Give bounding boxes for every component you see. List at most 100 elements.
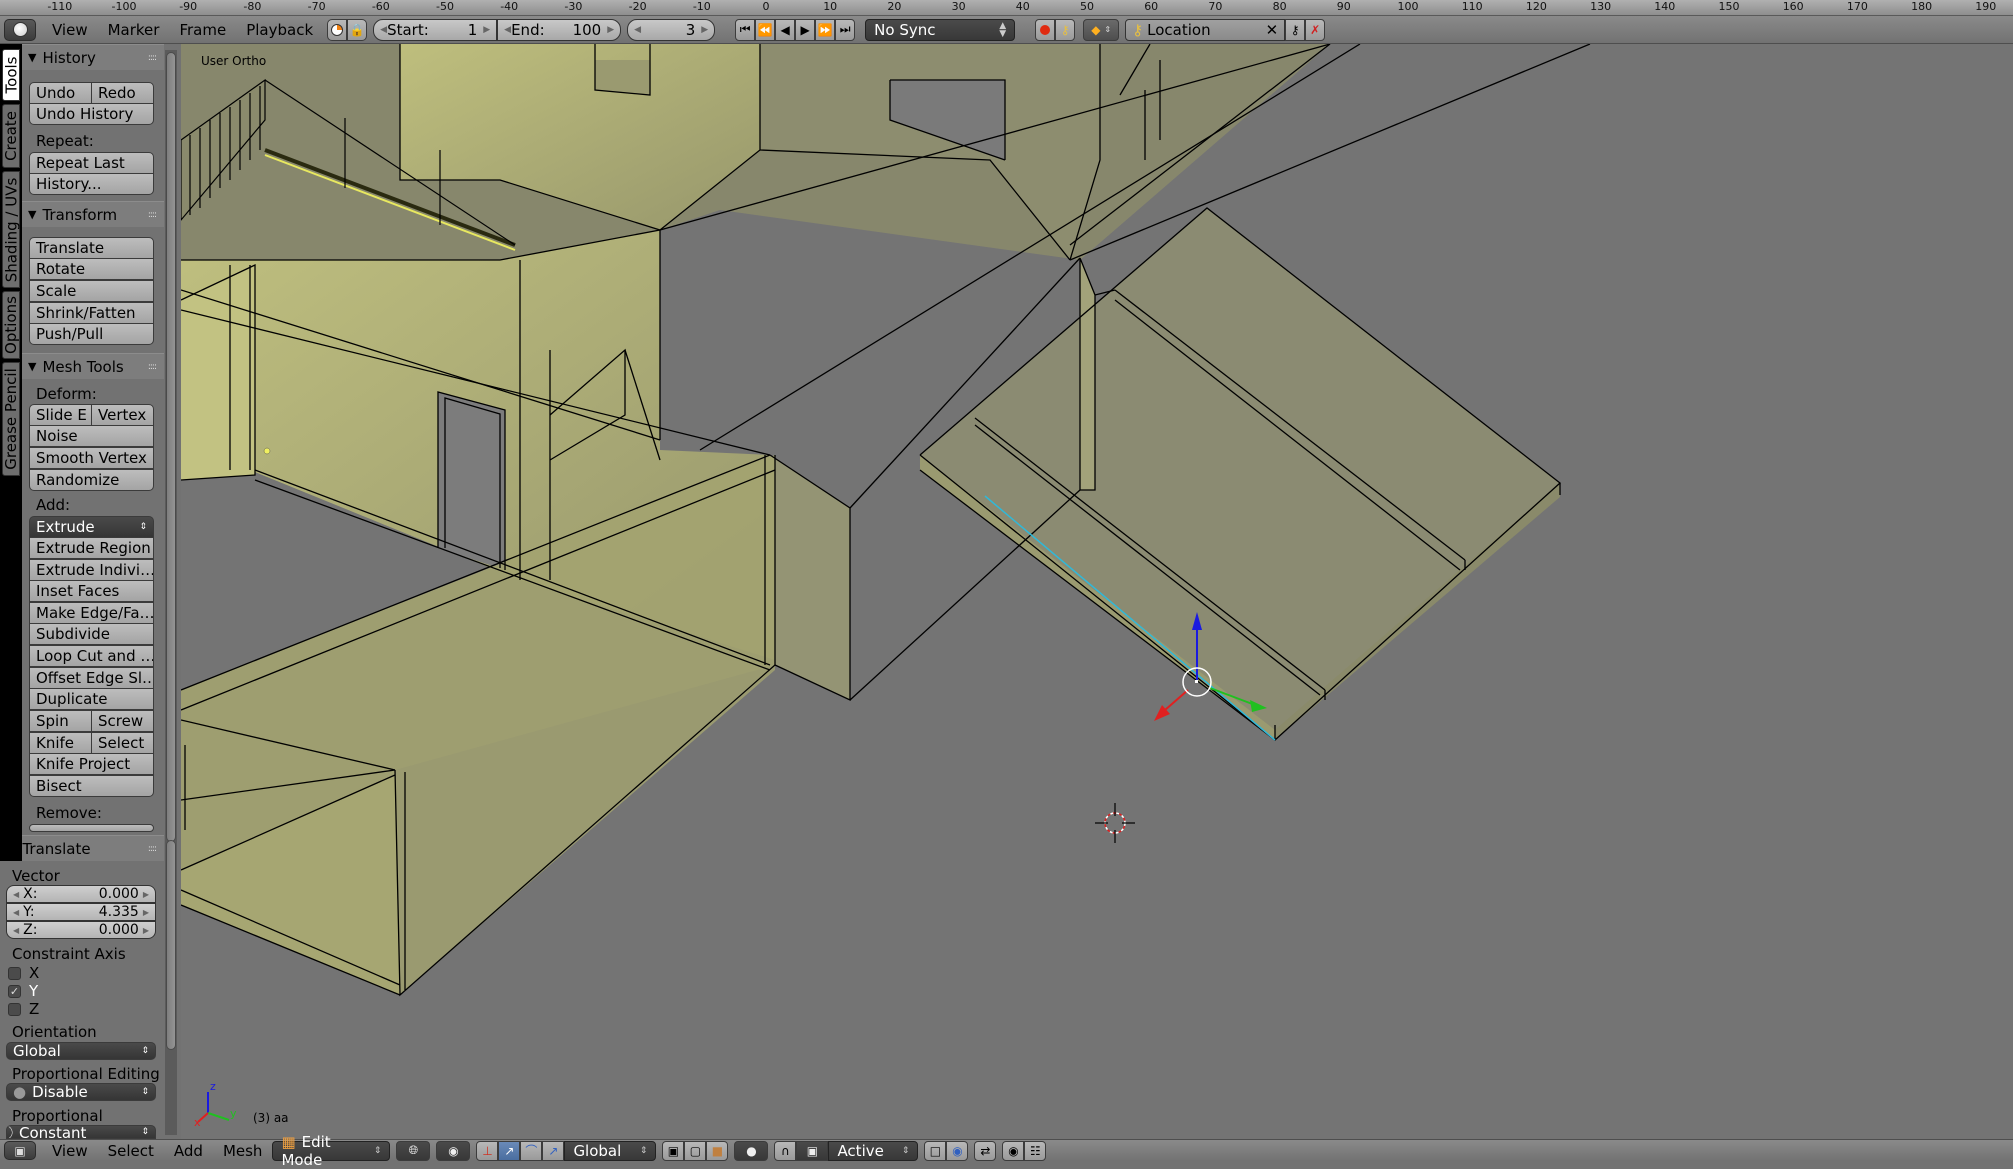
history-button[interactable]: History... — [29, 173, 154, 195]
auto-keying-button[interactable] — [1035, 18, 1056, 41]
proportional-falloff-dropdown[interactable]: ⃝Constant ⇕ — [6, 1125, 156, 1139]
shrink-fatten-button[interactable]: Shrink/Fatten — [29, 302, 154, 324]
scale-button[interactable]: Scale — [29, 280, 154, 302]
editor-type-button[interactable]: ▣ — [4, 1141, 36, 1160]
rotate-manipulator-toggle[interactable]: ⌒ — [520, 1140, 543, 1161]
extrude-individual-button[interactable]: Extrude Indivi… — [29, 559, 154, 581]
next-keyframe-button[interactable]: ⏩ — [815, 18, 836, 41]
keyframe-type-dropdown[interactable]: ◆ ⇕ — [1083, 18, 1120, 41]
3d-viewport[interactable]: z y x User Ortho (3) aa — [181, 44, 2013, 1139]
proportional-edit-dropdown[interactable]: ● — [734, 1140, 769, 1161]
drag-grip-icon[interactable]: :::: — [148, 362, 157, 372]
increment-arrow[interactable]: ▶ — [143, 926, 149, 935]
tab-options[interactable]: Options — [2, 291, 20, 359]
increment-arrow[interactable]: ▶ — [483, 25, 490, 35]
translate-button[interactable]: Translate — [29, 237, 154, 259]
decrement-arrow[interactable]: ◀ — [13, 890, 19, 899]
snap-target-dropdown[interactable]: Active ⇕ — [828, 1140, 919, 1161]
redo-button[interactable]: Redo — [91, 82, 154, 104]
make-edge-face-button[interactable]: Make Edge/Fa… — [29, 602, 154, 624]
scale-manipulator-toggle[interactable]: ↗ — [542, 1140, 565, 1161]
insert-keyframe-button[interactable]: ⚷ — [1285, 18, 1306, 41]
copy-layers-button[interactable]: ⇄ — [974, 1140, 997, 1161]
subdivide-button[interactable]: Subdivide — [29, 623, 154, 645]
increment-arrow[interactable]: ▶ — [701, 25, 708, 35]
menu-add[interactable]: Add — [164, 1142, 213, 1160]
sync-mode-dropdown[interactable]: No Sync ▲ ▼ — [865, 18, 1016, 41]
keying-set-field[interactable]: ⚷ Location ✕ — [1125, 18, 1286, 41]
repeat-last-button[interactable]: Repeat Last — [29, 152, 154, 174]
end-frame-field[interactable]: ◀ End: 100 ▶ — [497, 18, 622, 41]
vertex-select-mode[interactable]: ▣ — [662, 1140, 685, 1161]
menu-frame[interactable]: Frame — [169, 21, 236, 39]
snap-toggle[interactable]: ∩ — [774, 1140, 797, 1161]
vector-y-field[interactable]: ◀ Y: 4.335 ▶ — [6, 903, 156, 921]
offset-edge-slide-button[interactable]: Offset Edge Sl… — [29, 667, 154, 689]
delete-keyframe-button[interactable]: ✗ — [1305, 18, 1326, 41]
translate-operator-header[interactable]: ▼ Translate :::: — [22, 835, 164, 861]
tab-grease-pencil[interactable]: Grease Pencil — [2, 362, 20, 476]
prev-keyframe-button[interactable]: ⏪ — [755, 18, 776, 41]
slide-edge-button[interactable]: Slide E — [29, 404, 92, 426]
menu-select[interactable]: Select — [98, 1142, 164, 1160]
3d-cursor[interactable] — [1095, 803, 1135, 843]
decrement-arrow[interactable]: ◀ — [634, 25, 641, 35]
keying-mode-button[interactable]: ⚷ — [1055, 18, 1076, 41]
tab-tools[interactable]: Tools — [2, 49, 20, 101]
constraint-z-checkbox[interactable]: Z — [8, 1000, 39, 1018]
menu-view[interactable]: View — [42, 21, 98, 39]
tab-shading-uvs[interactable]: Shading / UVs — [2, 171, 20, 288]
increment-arrow[interactable]: ▶ — [607, 25, 614, 35]
decrement-arrow[interactable]: ◀ — [504, 25, 511, 35]
transform-panel-header[interactable]: ▼ Transform :::: — [22, 201, 164, 227]
proportional-editing-dropdown[interactable]: ● Disable ⇕ — [6, 1083, 156, 1101]
preview-range-toggle[interactable] — [327, 18, 348, 41]
inset-faces-button[interactable]: Inset Faces — [29, 580, 154, 602]
edge-select-mode[interactable]: ▢ — [684, 1140, 707, 1161]
clear-icon[interactable]: ✕ — [1266, 21, 1279, 39]
jump-start-button[interactable]: ⏮ — [735, 18, 756, 41]
noise-button[interactable]: Noise — [29, 425, 154, 447]
vector-z-field[interactable]: ◀ Z: 0.000 ▶ — [6, 921, 156, 939]
editor-type-button[interactable] — [4, 18, 36, 41]
rotate-button[interactable]: Rotate — [29, 258, 154, 280]
extrude-region-button[interactable]: Extrude Region — [29, 537, 154, 559]
pivot-point-dropdown[interactable]: ◉ — [436, 1140, 471, 1161]
render-animation-button[interactable]: ☷ — [1024, 1140, 1047, 1161]
orientation-dropdown[interactable]: Global ⇕ — [6, 1042, 156, 1060]
manipulator-toggle[interactable]: ⊥ — [476, 1140, 499, 1161]
smooth-vertex-button[interactable]: Smooth Vertex — [29, 447, 154, 469]
knife-project-button[interactable]: Knife Project — [29, 753, 154, 775]
tool-shelf-scrollbar[interactable] — [166, 52, 176, 842]
vector-x-field[interactable]: ◀ X: 0.000 ▶ — [6, 885, 156, 903]
decrement-arrow[interactable]: ◀ — [380, 25, 387, 35]
loop-cut-button[interactable]: Loop Cut and … — [29, 645, 154, 667]
render-opengl-button[interactable]: ◉ — [1002, 1140, 1025, 1161]
viewport-shading-dropdown[interactable]: 🌐︎ — [396, 1140, 431, 1161]
menu-view[interactable]: View — [42, 1142, 98, 1160]
transform-orientation-dropdown[interactable]: Global ⇕ — [564, 1140, 657, 1161]
constraint-x-checkbox[interactable]: X — [8, 964, 39, 982]
undo-button[interactable]: Undo — [29, 82, 92, 104]
drag-grip-icon[interactable]: :::: — [148, 210, 157, 220]
drag-grip-icon[interactable]: :::: — [148, 844, 157, 854]
spin-button[interactable]: Spin — [29, 710, 92, 732]
mesh-tools-panel-header[interactable]: ▼ Mesh Tools :::: — [22, 353, 164, 379]
remove-button-partial[interactable] — [29, 824, 154, 832]
push-pull-button[interactable]: Push/Pull — [29, 323, 154, 345]
current-frame-field[interactable]: ◀ 3 ▶ — [627, 18, 716, 41]
lock-time-toggle[interactable]: 🔒 — [347, 18, 368, 41]
operator-panel-scrollbar[interactable] — [166, 840, 176, 1050]
jump-end-button[interactable]: ⏭ — [835, 18, 856, 41]
knife-select-button[interactable]: Select — [91, 732, 154, 754]
timeline-ruler[interactable]: -110 -100 -90 -80 -70 -60 -50 -40 -30 -20 -10 0 10 20… — [0, 0, 2013, 16]
slide-vertex-button[interactable]: Vertex — [91, 404, 154, 426]
bisect-button[interactable]: Bisect — [29, 775, 154, 797]
history-panel-header[interactable]: ▼ History :::: — [22, 44, 164, 70]
decrement-arrow[interactable]: ◀ — [13, 926, 19, 935]
increment-arrow[interactable]: ▶ — [143, 908, 149, 917]
snap-during-transform-toggle[interactable]: ◉ — [946, 1140, 969, 1161]
play-button[interactable]: ▶ — [795, 18, 816, 41]
randomize-button[interactable]: Randomize — [29, 469, 154, 491]
snap-element-dropdown[interactable]: ▣ — [796, 1140, 829, 1161]
